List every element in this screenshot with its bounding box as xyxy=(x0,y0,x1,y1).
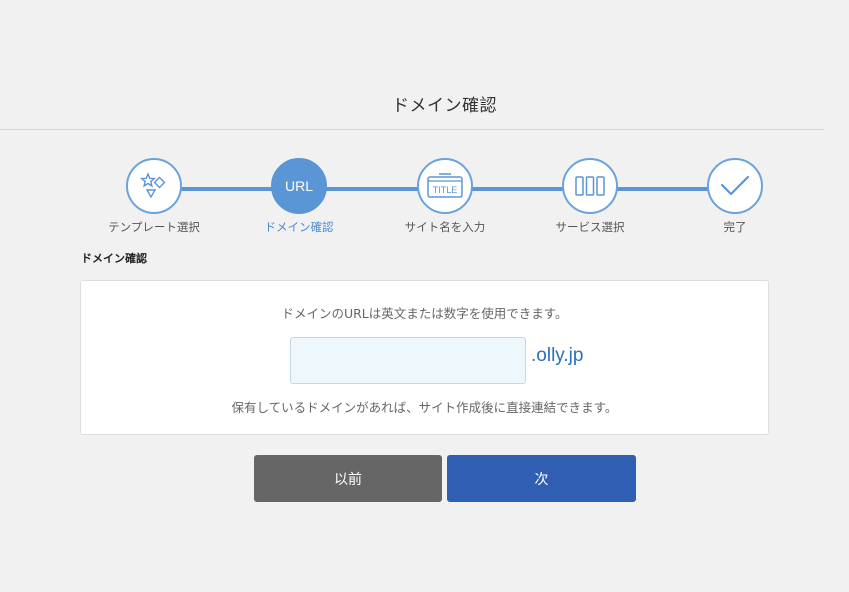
domain-instruction: ドメインのURLは英文または数字を使用できます。 xyxy=(281,306,568,321)
step-label: ドメイン確認 xyxy=(264,220,334,234)
step-label: 完了 xyxy=(723,220,747,234)
step-label: テンプレート選択 xyxy=(108,220,200,234)
checkmark-icon xyxy=(707,158,763,214)
next-button[interactable]: 次 xyxy=(447,455,636,502)
domain-card: ドメインのURLは英文または数字を使用できます。 .olly.jp 保有している… xyxy=(80,280,769,435)
prev-button[interactable]: 以前 xyxy=(254,455,442,502)
url-icon: URL xyxy=(271,158,327,214)
step-complete: 完了 xyxy=(675,158,795,235)
domain-suffix: .olly.jp xyxy=(531,345,584,366)
domain-note: 保有しているドメインがあれば、サイト作成後に直接連結できます。 xyxy=(231,400,618,415)
title-icon-text: TITLE xyxy=(433,185,458,195)
page-title: ドメイン確認 xyxy=(392,96,497,116)
url-icon-text: URL xyxy=(284,178,313,194)
title-icon: TITLE xyxy=(417,158,473,214)
domain-input[interactable] xyxy=(290,337,526,384)
header-divider xyxy=(0,129,824,130)
step-label: サービス選択 xyxy=(555,220,625,234)
columns-icon xyxy=(562,158,618,214)
step-template: テンプレート選択 xyxy=(94,158,214,235)
progress-stepper: テンプレート選択 URL ドメイン確認 TITLE サイト名を入力 サービス選択 xyxy=(0,158,849,238)
template-icon xyxy=(126,158,182,214)
step-site-name: TITLE サイト名を入力 xyxy=(385,158,505,235)
step-label: サイト名を入力 xyxy=(404,220,486,234)
step-domain: URL ドメイン確認 xyxy=(239,158,359,235)
step-service: サービス選択 xyxy=(530,158,650,235)
section-heading: ドメイン確認 xyxy=(81,252,147,265)
